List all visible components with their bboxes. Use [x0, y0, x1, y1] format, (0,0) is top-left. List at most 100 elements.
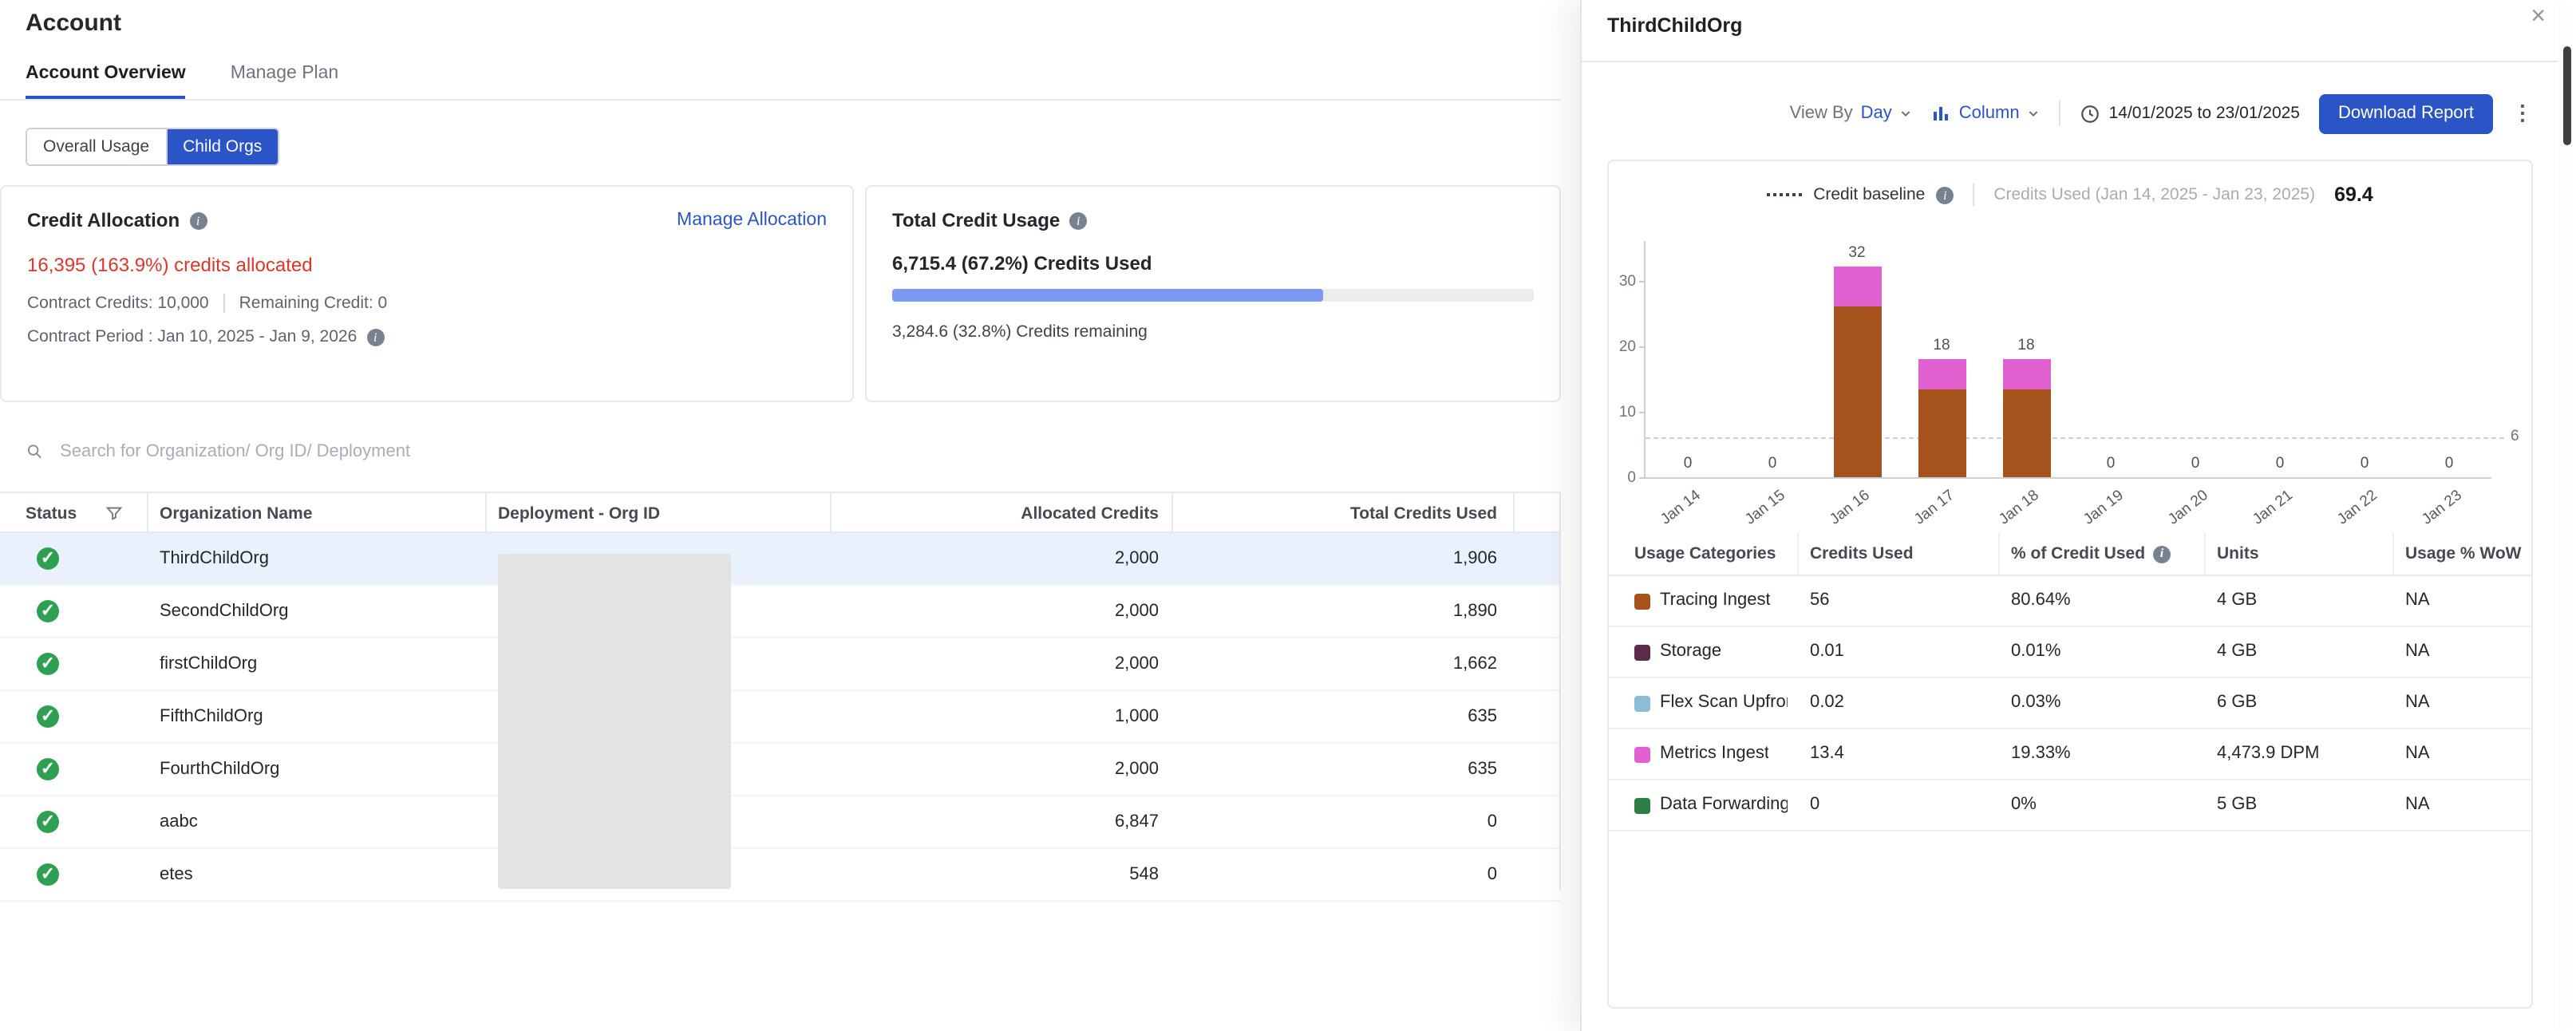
table-row[interactable]: ✓ FifthChildOrg 1,000 635	[0, 691, 1561, 744]
info-icon[interactable]: i	[2153, 545, 2171, 563]
status-ok-icon: ✓	[37, 547, 59, 570]
credits-used-line: 6,715.4 (67.2%) Credits Used	[892, 252, 1534, 275]
header-separator	[830, 493, 832, 531]
table-row[interactable]: ✓ etes 548 0	[0, 849, 1561, 902]
tab-divider	[0, 99, 1561, 101]
info-icon[interactable]: i	[366, 328, 384, 346]
info-icon[interactable]: i	[189, 211, 207, 229]
view-by-control[interactable]: View By Day	[1790, 104, 1913, 123]
usage-row: Tracing Ingest 56 80.64% 4 GB NA	[1609, 576, 2531, 627]
col-status: Status	[26, 493, 77, 535]
info-icon[interactable]: i	[1936, 186, 1954, 203]
org-name: aabc	[160, 796, 198, 847]
date-range-value: 14/01/2025 to 23/01/2025	[2109, 104, 2300, 123]
org-name: FourthChildOrg	[160, 744, 279, 795]
bar-segment[interactable]	[1833, 306, 1881, 477]
drawer-title: ThirdChildOrg	[1607, 14, 1742, 37]
usage-progress-bar	[892, 289, 1534, 302]
usage-category: Data Forwarding	[1660, 780, 1788, 830]
close-icon[interactable]: ×	[2531, 0, 2546, 35]
usage-wow-value: NA	[2405, 576, 2430, 626]
org-table-body: ✓ ThirdChildOrg 2,000 1,906 ✓ SecondChil…	[0, 533, 1561, 902]
col-credits-used: Credits Used	[1810, 533, 1914, 575]
table-row[interactable]: ✓ aabc 6,847 0	[0, 796, 1561, 849]
toggle-overall-usage[interactable]: Overall Usage	[27, 129, 167, 164]
usage-category: Flex Scan Upfront	[1660, 678, 1788, 728]
vertical-divider	[223, 294, 225, 313]
table-row[interactable]: ✓ ThirdChildOrg 2,000 1,906	[0, 533, 1561, 586]
bar-segment[interactable]	[1918, 389, 1966, 477]
credits-used-legend-label: Credits Used (Jan 14, 2025 - Jan 23, 202…	[1993, 185, 2315, 204]
bar-value-label: 0	[2408, 455, 2491, 472]
bar-segment[interactable]	[2002, 389, 2050, 477]
tab-manage-plan[interactable]: Manage Plan	[231, 64, 339, 99]
table-row[interactable]: ✓ firstChildOrg 2,000 1,662	[0, 638, 1561, 691]
bar-value-label: 18	[1900, 337, 1983, 354]
contract-period: Contract Period : Jan 10, 2025 - Jan 9, …	[27, 327, 357, 346]
search-input[interactable]	[57, 440, 1015, 463]
chart-type-control[interactable]: Column	[1932, 104, 2041, 123]
scrollbar-thumb[interactable]	[2563, 46, 2571, 145]
col-usage-wow: Usage % WoW	[2405, 533, 2521, 575]
y-axis-tick	[1639, 412, 1646, 413]
credits-used-value: 0.02	[1810, 678, 1844, 728]
table-row[interactable]: ✓ SecondChildOrg 2,000 1,890	[0, 586, 1561, 638]
bar-segment[interactable]	[1918, 359, 1966, 389]
total-credits-used: 635	[1468, 691, 1497, 742]
redacted-deployment-ids	[498, 554, 731, 889]
header-separator	[1797, 533, 1799, 575]
table-row[interactable]: ✓ FourthChildOrg 2,000 635	[0, 744, 1561, 796]
y-axis-label: 20	[1598, 338, 1636, 356]
remaining-credit: Remaining Credit: 0	[239, 294, 388, 313]
col-organization-name: Organization Name	[160, 493, 312, 535]
date-range-control[interactable]: 14/01/2025 to 23/01/2025	[2080, 103, 2300, 124]
usage-wow-value: NA	[2405, 729, 2430, 779]
percent-credit-used-value: 0.01%	[2011, 627, 2060, 677]
drawer-divider	[1582, 61, 2558, 62]
bar-segment[interactable]	[2002, 359, 2050, 389]
info-icon[interactable]: i	[1069, 211, 1087, 229]
category-color-swatch	[1634, 593, 1650, 609]
org-detail-drawer: ThirdChildOrg × View By Day Column 14/01…	[1580, 0, 2558, 1031]
credits-remaining-line: 3,284.6 (32.8%) Credits remaining	[892, 322, 1534, 342]
col-total-credits-used: Total Credits Used	[1350, 493, 1497, 535]
credits-used-value: 0.01	[1810, 627, 1844, 677]
status-ok-icon: ✓	[37, 863, 59, 886]
controls-separator	[2060, 101, 2061, 126]
kebab-menu-icon[interactable]: ⋮	[2512, 101, 2533, 126]
credit-baseline-value: 6	[2511, 429, 2519, 446]
status-ok-icon: ✓	[37, 653, 59, 675]
usage-progress-fill	[892, 289, 1323, 302]
download-report-button[interactable]: Download Report	[2319, 93, 2493, 133]
chevron-down-icon	[2028, 107, 2041, 120]
legend-separator	[1973, 184, 1974, 206]
page-title: Account	[26, 10, 121, 37]
total-credits-used: 1,890	[1453, 586, 1497, 637]
header-separator	[1998, 533, 2000, 575]
category-color-swatch	[1634, 797, 1650, 813]
usage-table-body: Tracing Ingest 56 80.64% 4 GB NA Storage…	[1609, 576, 2531, 832]
category-color-swatch	[1634, 695, 1650, 711]
usage-wow-value: NA	[2405, 780, 2430, 830]
baseline-legend-label: Credit baseline	[1813, 185, 1925, 204]
credit-baseline-line	[1646, 438, 2504, 440]
usage-row: Storage 0.01 0.01% 4 GB NA	[1609, 627, 2531, 678]
org-name: firstChildOrg	[160, 638, 257, 689]
manage-allocation-link[interactable]: Manage Allocation	[677, 211, 827, 230]
view-by-label: View By	[1790, 104, 1853, 123]
toggle-child-orgs[interactable]: Child Orgs	[167, 129, 278, 164]
y-axis-tick	[1639, 346, 1646, 348]
column-chart-icon	[1932, 104, 1951, 123]
credits-used-value: 56	[1810, 576, 1830, 626]
total-credit-usage-card: Total Credit Usage i 6,715.4 (67.2%) Cre…	[865, 185, 1561, 402]
units-value: 4,473.9 DPM	[2217, 729, 2319, 779]
bar-segment[interactable]	[1833, 267, 1881, 306]
usage-category: Metrics Ingest	[1660, 729, 1769, 779]
credits-used-value: 0	[1810, 780, 1819, 830]
filter-icon[interactable]	[105, 504, 123, 522]
header-separator	[1513, 493, 1515, 531]
tab-account-overview[interactable]: Account Overview	[26, 64, 186, 99]
credits-used-value: 13.4	[1810, 729, 1844, 779]
col-allocated-credits: Allocated Credits	[1021, 493, 1159, 535]
units-value: 5 GB	[2217, 780, 2257, 830]
